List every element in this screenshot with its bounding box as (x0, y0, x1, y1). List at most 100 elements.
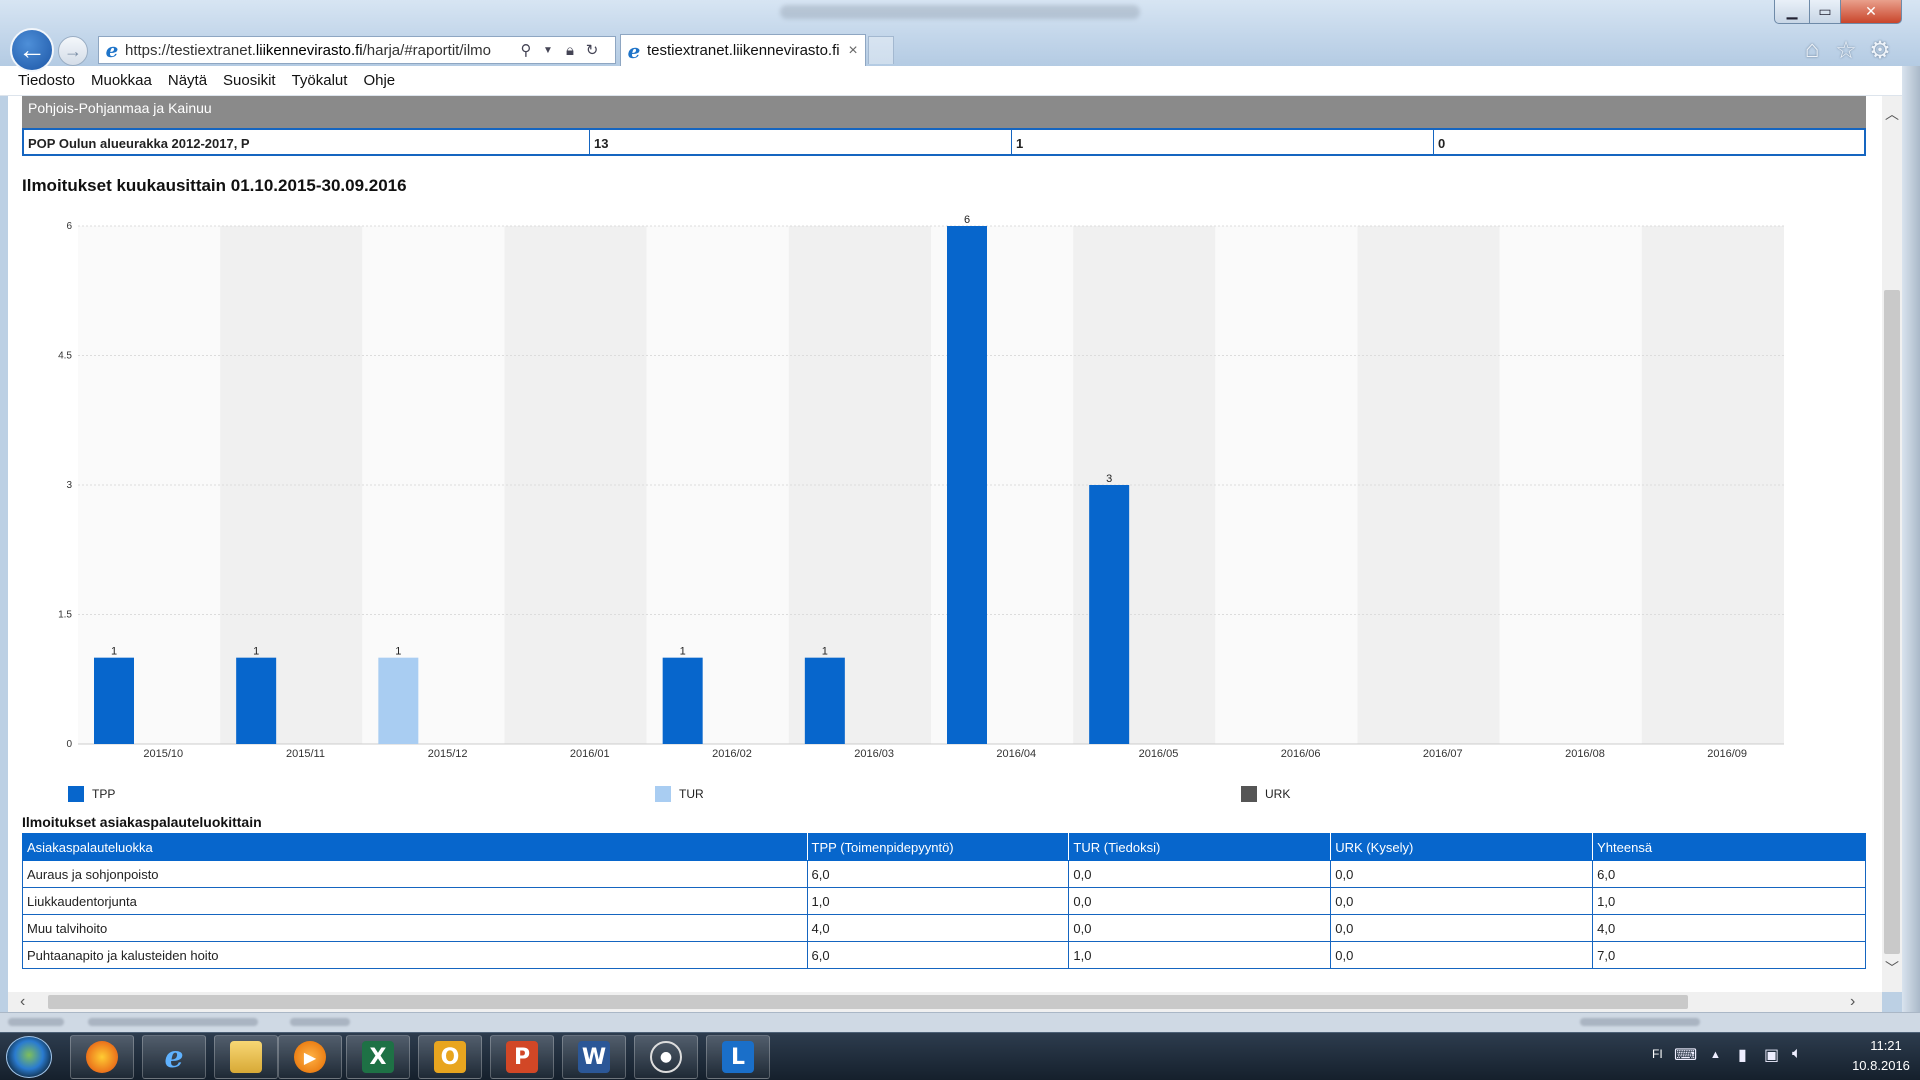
power-icon[interactable]: ▮ (1738, 1045, 1747, 1065)
forward-button[interactable]: → (58, 36, 88, 66)
favorites-star-icon[interactable]: ☆ (1831, 36, 1861, 64)
keyboard-icon[interactable]: ⌨ (1674, 1045, 1697, 1065)
bar-tpp (1089, 485, 1130, 744)
bar-tpp (804, 657, 845, 744)
clock-date[interactable]: 10.8.2016 (1836, 1058, 1920, 1073)
column-header-tpp[interactable]: TPP (Toimenpidepyyntö) (806, 833, 1070, 861)
clock-time[interactable]: 11:21 (1852, 1038, 1920, 1053)
scroll-down-chevron-icon[interactable]: ﹀ (1882, 958, 1902, 978)
summary-tpp-count: 13 (590, 130, 1012, 154)
legend-label-urk: URK (1265, 787, 1291, 801)
taskbar-excel[interactable]: X (346, 1035, 410, 1079)
scroll-right-chevron-icon[interactable]: › (1850, 992, 1870, 1012)
table-cell: 0,0 (1068, 887, 1332, 915)
menu-item-muokkaa[interactable]: Muokkaa (91, 72, 152, 89)
taskbar-file-explorer[interactable] (214, 1035, 278, 1079)
show-hidden-icons-icon[interactable]: ▲ (1710, 1049, 1721, 1061)
arrow-right-icon: → (64, 40, 82, 61)
horizontal-scrollbar[interactable]: ‹ › (8, 992, 1882, 1012)
menu-item-suosikit[interactable]: Suosikit (223, 72, 276, 89)
column-header-category[interactable]: Asiakaspalauteluokka (22, 833, 808, 861)
scroll-left-chevron-icon[interactable]: ‹ (20, 992, 40, 1012)
lock-icon[interactable]: 🔒︎ (559, 42, 581, 59)
table-title: Ilmoitukset asiakaspalauteluokittain (22, 814, 262, 830)
table-cell: 1,0 (1592, 887, 1866, 915)
status-blurred-text (88, 1018, 258, 1026)
x-tick-label: 2015/11 (286, 748, 325, 760)
legend-swatch-urk (1241, 786, 1257, 802)
status-bar (0, 1012, 1920, 1032)
table-cell: 0,0 (1330, 860, 1594, 888)
search-icon[interactable]: ⚲ (515, 41, 537, 59)
new-tab-button[interactable] (868, 36, 894, 64)
legend-item-tpp[interactable]: TPP (68, 786, 115, 802)
system-tray: FI ⌨ ▲ ▮ ▣ 🔈︎ 11:21 10.8.2016 (1640, 1033, 1920, 1080)
bar-data-label: 1 (253, 646, 259, 658)
status-blurred-text (290, 1018, 350, 1026)
taskbar-media-player[interactable]: ▶ (278, 1035, 342, 1079)
scroll-up-chevron-icon[interactable]: ︿ (1882, 104, 1902, 124)
tab-close-icon[interactable]: × (843, 42, 863, 60)
browser-tab-active[interactable]: e testiextranet.liikennevirasto.fi × (620, 34, 866, 66)
x-tick-label: 2016/04 (996, 748, 1036, 760)
disc-icon: ● (650, 1041, 682, 1073)
bar-data-label: 3 (1106, 473, 1112, 485)
taskbar-powerpoint[interactable]: P (490, 1035, 554, 1079)
firefox-icon (86, 1041, 118, 1073)
column-header-total[interactable]: Yhteensä (1592, 833, 1866, 861)
table-cell: 6,0 (806, 941, 1070, 969)
x-tick-label: 2016/01 (570, 748, 610, 760)
table-row: Puhtaanapito ja kalusteiden hoito 6,0 1,… (22, 941, 1866, 969)
address-url[interactable]: https://testiextranet.liikennevirasto.fi… (125, 42, 515, 59)
bar-tpp (94, 657, 134, 744)
horizontal-scroll-thumb[interactable] (48, 995, 1688, 1009)
close-window-button[interactable]: ✕ (1840, 0, 1902, 24)
minimize-button[interactable]: ▁ (1774, 0, 1810, 24)
taskbar-firefox[interactable] (70, 1035, 134, 1079)
dropdown-chevron-icon[interactable]: ▼ (537, 45, 559, 56)
vertical-scrollbar[interactable]: ︿ ﹀ (1882, 96, 1902, 992)
y-tick-label: 0 (66, 739, 72, 750)
word-icon: W (578, 1041, 610, 1073)
menu-item-ohje[interactable]: Ohje (363, 72, 395, 89)
table-cell: 4,0 (806, 914, 1070, 942)
language-indicator[interactable]: FI (1652, 1047, 1663, 1061)
legend-item-urk[interactable]: URK (1241, 786, 1290, 802)
powerpoint-icon: P (506, 1041, 538, 1073)
maximize-button[interactable]: ▭ (1809, 0, 1841, 24)
refresh-icon[interactable]: ↻ (581, 41, 603, 59)
legend-item-tur[interactable]: TUR (655, 786, 704, 802)
gear-icon[interactable]: ⚙ (1865, 36, 1895, 64)
table-cell: 1,0 (1068, 941, 1332, 969)
network-icon[interactable]: ▣ (1764, 1045, 1779, 1065)
y-tick-label: 1.5 (58, 610, 72, 621)
menu-item-tyokalut[interactable]: Työkalut (292, 72, 348, 89)
table-row: Muu talvihoito 4,0 0,0 0,0 4,0 (22, 914, 1866, 942)
arrow-left-icon: ← (18, 34, 46, 65)
table-row: Liukkaudentorjunta 1,0 0,0 0,0 1,0 (22, 887, 1866, 915)
summary-urk-count: 0 (1438, 136, 1446, 151)
taskbar-outlook[interactable]: O (418, 1035, 482, 1079)
volume-icon[interactable]: 🔈︎ (1792, 1045, 1802, 1063)
menu-item-tiedosto[interactable]: Tiedosto (18, 72, 75, 89)
x-tick-label: 2016/09 (1707, 748, 1747, 760)
taskbar: e ▶ X O P W ● L FI ⌨ ▲ ▮ ▣ 🔈︎ 11:21 10.8… (0, 1032, 1920, 1080)
column-header-urk[interactable]: URK (Kysely) (1330, 833, 1594, 861)
windows-start-button[interactable] (6, 1036, 52, 1078)
chart-title: Ilmoitukset kuukausittain 01.10.2015-30.… (22, 176, 407, 195)
table-cell: 0,0 (1068, 860, 1332, 888)
taskbar-disc-app[interactable]: ● (634, 1035, 698, 1079)
home-icon[interactable]: ⌂ (1797, 36, 1827, 64)
address-bar[interactable]: e https://testiextranet.liikennevirasto.… (98, 36, 616, 64)
taskbar-internet-explorer[interactable]: e (142, 1035, 206, 1079)
feedback-category-table: Asiakaspalauteluokka TPP (Toimenpidepyyn… (22, 833, 1866, 969)
bar-data-label: 1 (822, 646, 828, 658)
column-header-tur[interactable]: TUR (Tiedoksi) (1068, 833, 1332, 861)
taskbar-word[interactable]: W (562, 1035, 626, 1079)
taskbar-lync[interactable]: L (706, 1035, 770, 1079)
vertical-scroll-thumb[interactable] (1884, 290, 1900, 954)
menu-item-nayta[interactable]: Näytä (168, 72, 207, 89)
back-button[interactable]: ← (10, 28, 54, 72)
table-cell: Auraus ja sohjonpoisto (22, 860, 808, 888)
summary-row: POP Oulun alueurakka 2012-2017, P 13 1 0 (22, 128, 1866, 156)
